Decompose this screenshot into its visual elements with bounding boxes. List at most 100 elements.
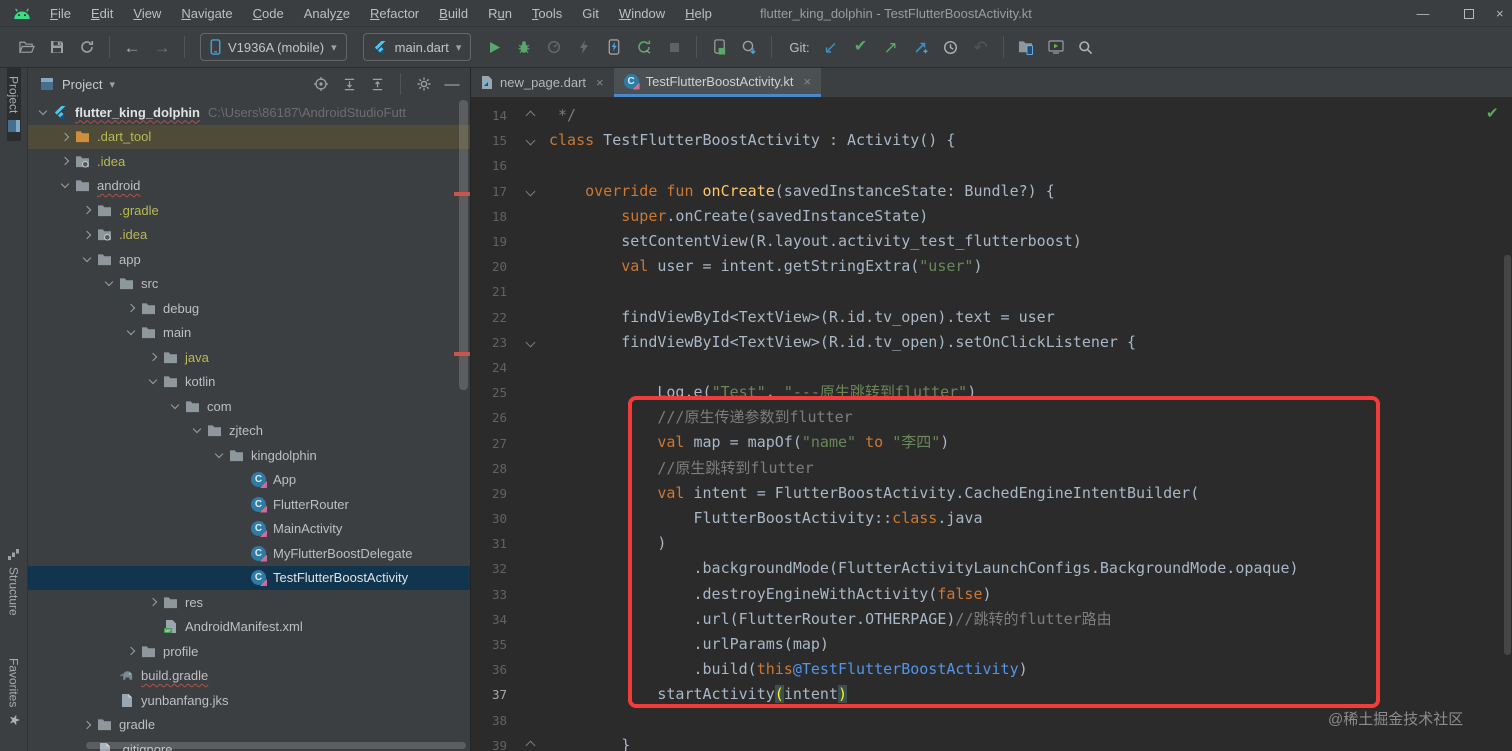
chevron-right-icon[interactable] bbox=[78, 720, 96, 729]
tree-item-.idea[interactable]: .idea bbox=[28, 223, 470, 247]
menu-window[interactable]: Window bbox=[609, 0, 675, 27]
tree-item-kingdolphin[interactable]: kingdolphin bbox=[28, 443, 470, 467]
tree-item-.gradle[interactable]: .gradle bbox=[28, 198, 470, 222]
tree-item-main[interactable]: main bbox=[28, 321, 470, 345]
git-push-button[interactable]: ↗ bbox=[876, 32, 906, 62]
layout-inspector-button[interactable] bbox=[704, 32, 734, 62]
forward-button[interactable]: → bbox=[147, 32, 177, 62]
collapse-all-button[interactable] bbox=[365, 72, 389, 96]
open-project-button[interactable] bbox=[12, 32, 42, 62]
chevron-right-icon[interactable] bbox=[56, 156, 74, 166]
chevron-right-icon[interactable] bbox=[78, 230, 96, 239]
git-update-button[interactable]: ↙ bbox=[816, 32, 846, 62]
flutter-attach-button[interactable] bbox=[599, 32, 629, 62]
tree-item-gradle[interactable]: gradle bbox=[28, 713, 470, 737]
search-everywhere-button[interactable] bbox=[1071, 32, 1101, 62]
tree-item-MainActivity[interactable]: C MainActivity bbox=[28, 517, 470, 541]
attach-profiler-button[interactable] bbox=[569, 32, 599, 62]
menu-tools[interactable]: Tools bbox=[522, 0, 572, 27]
menu-refactor[interactable]: Refactor bbox=[360, 0, 429, 27]
maximize-button[interactable] bbox=[1446, 0, 1492, 27]
chevron-right-icon[interactable] bbox=[144, 352, 162, 362]
project-panel-title[interactable]: Project bbox=[62, 77, 102, 92]
chevron-down-icon[interactable] bbox=[34, 106, 52, 115]
expand-all-button[interactable] bbox=[337, 72, 361, 96]
settings-button[interactable] bbox=[412, 72, 436, 96]
tree-item-MyFlutterBoostDelegate[interactable]: C MyFlutterBoostDelegate bbox=[28, 541, 470, 565]
tree-item-TestFlutterBoostActivity[interactable]: C TestFlutterBoostActivity bbox=[28, 565, 470, 590]
tool-tab-structure[interactable]: Structure bbox=[7, 540, 21, 624]
close-tab-icon[interactable]: × bbox=[596, 75, 604, 90]
tree-item-flutter_king_dolphin[interactable]: flutter_king_dolphin C:\Users\86187\Andro… bbox=[28, 100, 470, 124]
chevron-down-icon[interactable] bbox=[210, 449, 228, 458]
tool-tab-project[interactable]: Project bbox=[6, 68, 21, 142]
profiler-tool-button[interactable] bbox=[734, 32, 764, 62]
chevron-right-icon[interactable] bbox=[144, 597, 162, 607]
tree-item-App[interactable]: C App bbox=[28, 468, 470, 492]
project-scrollbar-horizontal[interactable] bbox=[86, 742, 466, 749]
save-all-button[interactable] bbox=[42, 32, 72, 62]
locate-file-button[interactable] bbox=[309, 72, 333, 96]
run-config-selector[interactable]: main.dart ▾ bbox=[362, 33, 472, 61]
hide-panel-button[interactable]: — bbox=[440, 72, 464, 96]
git-patch-button[interactable] bbox=[906, 32, 936, 62]
git-commit-button[interactable]: ✔ bbox=[846, 32, 876, 62]
chevron-down-icon[interactable] bbox=[100, 277, 118, 287]
back-button[interactable]: ← bbox=[117, 32, 147, 62]
menu-file[interactable]: File bbox=[40, 0, 81, 27]
editor-area[interactable]: new_page.dart × C TestFlutterBoostActivity.… bbox=[470, 68, 1512, 751]
tree-item-zjtech[interactable]: zjtech bbox=[28, 419, 470, 443]
chevron-down-icon[interactable] bbox=[166, 400, 184, 409]
menu-edit[interactable]: Edit bbox=[81, 0, 123, 27]
tree-item-app[interactable]: app bbox=[28, 247, 470, 271]
apply-changes-button[interactable] bbox=[629, 32, 659, 62]
project-scrollbar-vertical[interactable] bbox=[459, 100, 468, 390]
chevron-right-icon[interactable] bbox=[78, 205, 96, 215]
close-tab-icon[interactable]: × bbox=[803, 74, 811, 89]
tree-item-.dart_tool[interactable]: .dart_tool bbox=[28, 124, 470, 149]
fold-marker-icon[interactable] bbox=[511, 110, 549, 121]
chevron-right-icon[interactable] bbox=[122, 303, 140, 313]
tab-new-page-dart[interactable]: new_page.dart × bbox=[471, 68, 614, 97]
menu-build[interactable]: Build bbox=[429, 0, 478, 27]
stop-button[interactable] bbox=[659, 32, 689, 62]
sync-button[interactable] bbox=[72, 32, 102, 62]
tree-item-kotlin[interactable]: kotlin bbox=[28, 370, 470, 394]
menu-code[interactable]: Code bbox=[243, 0, 294, 27]
git-history-button[interactable] bbox=[936, 32, 966, 62]
tree-item-AndroidManifest.xml[interactable]: MF AndroidManifest.xml bbox=[28, 615, 470, 639]
tree-item-debug[interactable]: debug bbox=[28, 296, 470, 320]
profile-button[interactable] bbox=[539, 32, 569, 62]
run-button[interactable] bbox=[479, 32, 509, 62]
device-selector[interactable]: V1936A (mobile) ▾ bbox=[200, 33, 347, 61]
tool-tab-favorites[interactable]: Favorites ★ bbox=[6, 650, 22, 737]
menu-run[interactable]: Run bbox=[478, 0, 522, 27]
minimize-button[interactable]: — bbox=[1400, 0, 1446, 27]
debug-button[interactable] bbox=[509, 32, 539, 62]
tree-item-com[interactable]: com bbox=[28, 394, 470, 418]
tree-item-res[interactable]: res bbox=[28, 590, 470, 614]
tree-item-FlutterRouter[interactable]: C FlutterRouter bbox=[28, 492, 470, 516]
tab-testflutterboostactivity-kt[interactable]: C TestFlutterBoostActivity.kt × bbox=[613, 68, 822, 97]
menu-navigate[interactable]: Navigate bbox=[171, 0, 242, 27]
fold-marker-icon[interactable] bbox=[511, 337, 549, 348]
tree-item-profile[interactable]: profile bbox=[28, 639, 470, 663]
chevron-down-icon[interactable] bbox=[144, 375, 162, 385]
fold-marker-icon[interactable] bbox=[511, 740, 549, 751]
menu-git[interactable]: Git bbox=[572, 0, 609, 27]
device-file-explorer-button[interactable] bbox=[1011, 32, 1041, 62]
tree-item-src[interactable]: src bbox=[28, 272, 470, 296]
fold-marker-icon[interactable] bbox=[511, 135, 549, 146]
chevron-down-icon[interactable] bbox=[188, 424, 206, 434]
running-devices-button[interactable] bbox=[1041, 32, 1071, 62]
menu-view[interactable]: View bbox=[123, 0, 171, 27]
fold-marker-icon[interactable] bbox=[511, 186, 549, 197]
tree-item-android[interactable]: android bbox=[28, 174, 470, 198]
chevron-down-icon[interactable] bbox=[56, 179, 74, 189]
tree-item-java[interactable]: java bbox=[28, 345, 470, 369]
menu-analyze[interactable]: Analyze bbox=[294, 0, 360, 27]
editor-scrollbar[interactable] bbox=[1504, 255, 1511, 655]
tree-item-build.gradle[interactable]: build.gradle bbox=[28, 664, 470, 688]
code-editor[interactable]: 14 */15 class TestFlutterBoostActivity : … bbox=[471, 98, 1512, 751]
rollback-button[interactable]: ↶ bbox=[966, 32, 996, 62]
